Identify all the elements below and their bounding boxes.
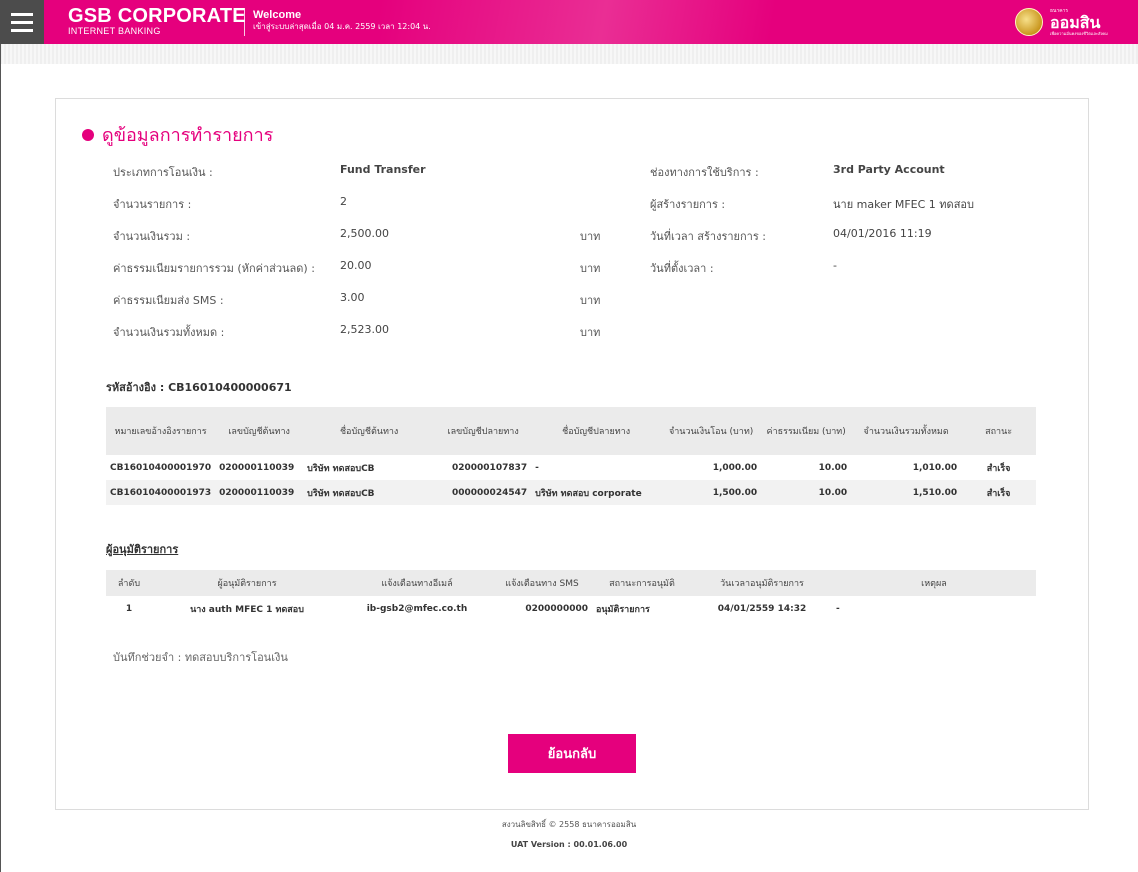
th-source-name: ชื่อบัญชีต้นทาง xyxy=(339,427,399,437)
summary-label-scheduled-at: วันที่ตั้งเวลา : xyxy=(650,262,714,275)
cell-email: ib-gsb2@mfec.co.th xyxy=(366,604,468,614)
th-source-account: เลขบัญชีต้นทาง xyxy=(228,427,290,437)
th-reference: หมายเลขอ้างอิงรายการ xyxy=(114,427,207,437)
brand: GSB CORPORATE INTERNET BANKING xyxy=(68,6,246,36)
summary-value-scheduled-at: - xyxy=(833,259,837,272)
brand-title: GSB CORPORATE xyxy=(68,5,246,27)
cell-reference: CB16010400001970 xyxy=(110,462,212,473)
summary-label-count: จำนวนรายการ : xyxy=(113,198,192,211)
summary-label-created-at: วันที่เวลา สร้างรายการ : xyxy=(650,230,766,243)
approvers-header-row: ลำดับ ผู้อนุมัติรายการ แจ้งเตือนทางอีเมล… xyxy=(106,570,1036,596)
summary-unit-fee: บาท xyxy=(580,262,601,275)
cell-fee: 10.00 xyxy=(818,462,848,473)
gsb-logo[interactable]: ธนาคาร ออมสิน เพื่อความมั่นคงของชีวิตและ… xyxy=(1050,8,1108,36)
cell-approval-status: อนุมัติรายการ xyxy=(596,605,650,615)
th-approved-at: วันเวลาอนุมัติรายการ xyxy=(720,579,804,589)
cell-dest-account: 000000024547 xyxy=(451,487,528,498)
last-login-text: เข้าสู่ระบบล่าสุดเมื่อ 04 ม.ค. 2559 เวลา… xyxy=(253,22,431,31)
header-shade xyxy=(380,0,940,44)
transactions-header-row: หมายเลขอ้างอิงรายการ เลขบัญชีต้นทาง ชื่อ… xyxy=(106,407,1036,455)
th-dest-name: ชื่อบัญชีปลายทาง xyxy=(562,427,631,437)
summary-value-creator: นาย maker MFEC 1 ทดสอบ xyxy=(833,198,974,211)
approvers-table: ลำดับ ผู้อนุมัติรายการ แจ้งเตือนทางอีเมล… xyxy=(106,570,1036,622)
cell-order: 1 xyxy=(125,604,133,614)
summary-unit-total-amount: บาท xyxy=(580,230,601,243)
cell-dest-name: บริษัท ทดสอบ corporate xyxy=(535,488,642,499)
brand-subtitle: INTERNET BANKING xyxy=(68,26,161,36)
summary-value-transfer-type: Fund Transfer xyxy=(340,163,426,176)
page-title-row: ดูข้อมูลการทำรายการ xyxy=(82,120,273,149)
cell-source-account: 020000110039 xyxy=(219,487,295,498)
summary-label-creator: ผู้สร้างรายการ : xyxy=(650,198,726,211)
cell-source-name: บริษัท ทดสอบCB xyxy=(307,463,375,474)
summary-unit-sms-fee: บาท xyxy=(580,294,601,307)
reference-code: รหัสอ้างอิง : CB16010400000671 xyxy=(106,381,292,394)
cell-total: 1,010.00 xyxy=(912,462,958,473)
th-approval-status: สถานะการอนุมัติ xyxy=(609,579,675,589)
header-strip xyxy=(0,44,1138,64)
footer-copyright: สงวนลิขสิทธิ์ © 2558 ธนาคารออมสิน xyxy=(501,820,637,829)
th-sms-notify: แจ้งเตือนทาง SMS xyxy=(505,579,579,589)
cell-amount: 1,000.00 xyxy=(712,462,758,473)
summary-value-created-at: 04/01/2016 11:19 xyxy=(833,227,932,240)
summary-label-fee: ค่าธรรมเนียมรายการรวม (หักค่าส่วนลด) : xyxy=(113,262,315,275)
th-fee: ค่าธรรมเนียม (บาท) xyxy=(766,427,846,437)
transactions-table: หมายเลขอ้างอิงรายการ เลขบัญชีต้นทาง ชื่อ… xyxy=(106,407,1036,505)
cell-reason: - xyxy=(836,604,840,614)
summary-value-total-amount: 2,500.00 xyxy=(340,227,389,240)
header-divider xyxy=(244,8,245,36)
summary-label-total-amount: จำนวนเงินรวม : xyxy=(113,230,191,243)
th-order: ลำดับ xyxy=(117,579,141,589)
table-row: CB16010400001973 020000110039 บริษัท ทดส… xyxy=(106,480,1036,505)
summary-label-transfer-type: ประเภทการโอนเงิน : xyxy=(113,166,213,179)
hamburger-menu-icon[interactable] xyxy=(0,0,44,44)
top-header: GSB CORPORATE INTERNET BANKING Welcome เ… xyxy=(0,0,1138,44)
summary-value-sms-fee: 3.00 xyxy=(340,291,365,304)
th-email-notify: แจ้งเตือนทางอีเมล์ xyxy=(381,579,453,589)
logo-main-text: ออมสิน xyxy=(1050,13,1101,32)
cell-amount: 1,500.00 xyxy=(712,487,758,498)
cell-dest-name: - xyxy=(535,462,539,473)
summary-label-channel: ช่องทางการใช้บริการ : xyxy=(650,166,759,179)
th-total: จำนวนเงินรวมทั้งหมด xyxy=(863,427,949,437)
window-left-edge xyxy=(0,44,1,872)
memo-text: บันทึกช่วยจำ : ทดสอบบริการโอนเงิน xyxy=(113,651,288,664)
welcome-block: Welcome เข้าสู่ระบบล่าสุดเมื่อ 04 ม.ค. 2… xyxy=(253,9,431,33)
summary-value-channel: 3rd Party Account xyxy=(833,163,945,176)
cell-status: สำเร็จ xyxy=(986,488,1011,499)
th-dest-account: เลขบัญชีปลายทาง xyxy=(447,427,519,437)
gsb-emblem-icon xyxy=(1015,8,1043,36)
cell-dest-account: 020000107837 xyxy=(451,462,528,473)
th-reason: เหตุผล xyxy=(921,579,947,589)
cell-sms: 0200000000 xyxy=(525,604,588,614)
approvers-title: ผู้อนุมัติรายการ xyxy=(106,543,179,556)
cell-approver: นาง auth MFEC 1 ทดสอบ xyxy=(190,605,304,615)
cell-fee: 10.00 xyxy=(818,487,848,498)
back-button[interactable]: ย้อนกลับ xyxy=(508,734,636,773)
table-row: 1 นาง auth MFEC 1 ทดสอบ ib-gsb2@mfec.co.… xyxy=(106,596,1036,622)
logo-tagline: เพื่อความมั่นคงของชีวิตและสังคม xyxy=(1050,31,1108,36)
th-approver: ผู้อนุมัติรายการ xyxy=(217,579,277,589)
th-amount: จำนวนเงินโอน (บาท) xyxy=(668,427,754,437)
summary-value-count: 2 xyxy=(340,195,347,208)
cell-source-name: บริษัท ทดสอบCB xyxy=(307,488,375,499)
welcome-title: Welcome xyxy=(253,9,302,21)
cell-total: 1,510.00 xyxy=(912,487,958,498)
cell-status: สำเร็จ xyxy=(986,463,1011,474)
summary-unit-grand-total: บาท xyxy=(580,326,601,339)
summary-value-grand-total: 2,523.00 xyxy=(340,323,389,336)
page-title: ดูข้อมูลการทำรายการ xyxy=(102,125,274,146)
bullet-dot-icon xyxy=(82,128,94,141)
th-status: สถานะ xyxy=(985,427,1013,437)
summary-label-sms-fee: ค่าธรรมเนียมส่ง SMS : xyxy=(113,294,224,307)
cell-approved-at: 04/01/2559 14:32 xyxy=(717,604,807,614)
cell-source-account: 020000110039 xyxy=(219,462,295,473)
summary-value-fee: 20.00 xyxy=(340,259,372,272)
summary-label-grand-total: จำนวนเงินรวมทั้งหมด : xyxy=(113,326,225,339)
footer-version: UAT Version : 00.01.06.00 xyxy=(510,840,628,849)
table-row: CB16010400001970 020000110039 บริษัท ทดส… xyxy=(106,455,1036,480)
cell-reference: CB16010400001973 xyxy=(110,487,212,498)
